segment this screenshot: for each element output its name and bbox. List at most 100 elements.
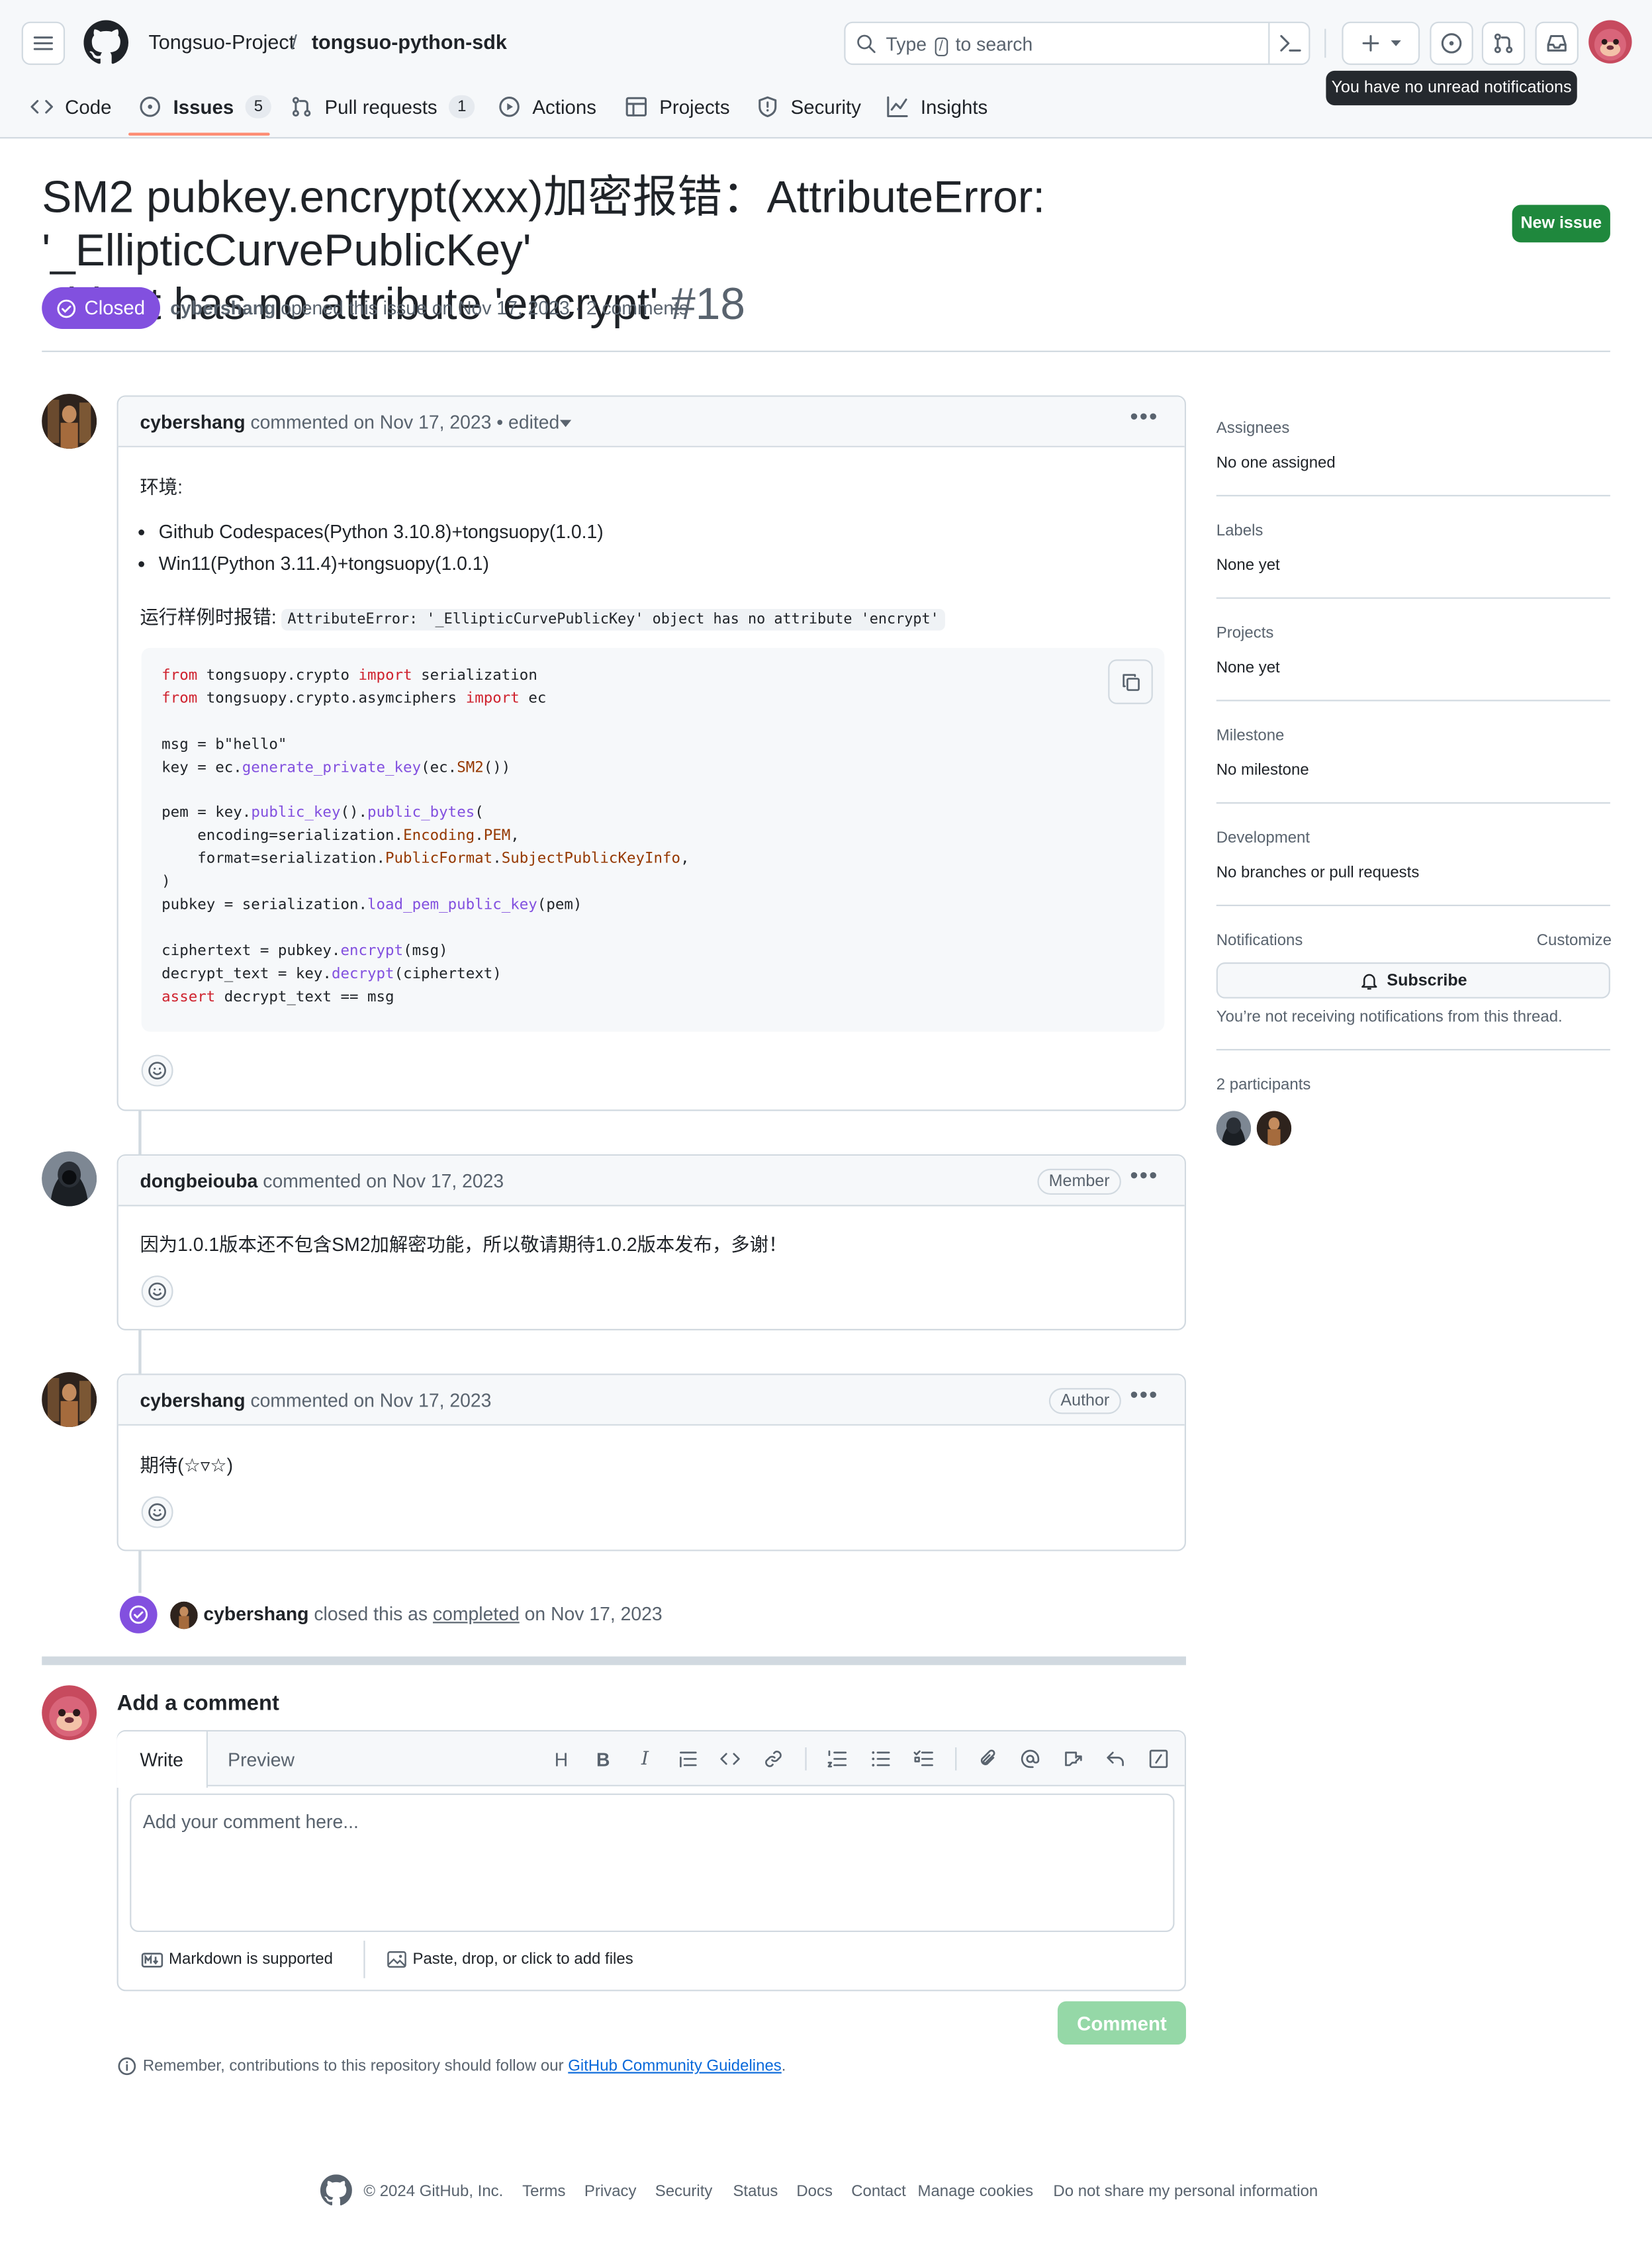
comment-bullet-2: Win11(Python 3.11.4)+tongsuopy(1.0.1) — [138, 553, 489, 575]
completed-link[interactable]: completed — [433, 1603, 520, 1625]
ordered-list-icon[interactable] — [824, 1746, 850, 1772]
pull-requests-button[interactable] — [1481, 21, 1526, 66]
tab-code[interactable]: Code — [30, 89, 112, 124]
markdown-label: Markdown is supported — [169, 1951, 334, 1968]
inbox-button[interactable] — [1535, 21, 1579, 66]
event-actor-link[interactable]: cybershang — [203, 1603, 308, 1625]
commenter-avatar[interactable] — [42, 394, 97, 449]
commenter-avatar[interactable] — [42, 1151, 97, 1207]
comment-timestamp[interactable]: commented on Nov 17, 2023 — [250, 1389, 491, 1411]
assignees-heading[interactable]: Assignees — [1216, 420, 1290, 437]
search-icon — [857, 34, 876, 54]
bold-icon[interactable]: B — [590, 1746, 616, 1772]
customize-link[interactable]: Customize — [1537, 932, 1612, 949]
notifications-tooltip: You have no unread notifications — [1326, 70, 1577, 106]
comment-textarea[interactable]: Add your comment here... — [130, 1793, 1175, 1933]
comment-options-button[interactable]: ••• — [1130, 1165, 1158, 1188]
mention-icon[interactable] — [1017, 1746, 1043, 1772]
sidebar-divider — [1216, 700, 1610, 702]
command-palette-icon[interactable] — [1278, 33, 1301, 54]
footer-link-terms[interactable]: Terms — [522, 2183, 565, 2200]
search-divider — [1268, 23, 1270, 64]
tab-write[interactable]: Write — [116, 1731, 208, 1788]
code-icon[interactable] — [717, 1746, 743, 1772]
footer-link-security[interactable]: Security — [655, 2183, 713, 2200]
tab-pull-requests[interactable]: Pull requests 1 — [290, 89, 475, 124]
timeline-end-bar — [42, 1656, 1186, 1665]
issues-button[interactable] — [1430, 21, 1473, 66]
user-avatar[interactable] — [1588, 20, 1632, 64]
comment-timestamp[interactable]: commented on Nov 17, 2023 • edited — [250, 411, 559, 433]
comment-bullet-1: Github Codespaces(Python 3.10.8)+tongsuo… — [138, 521, 604, 543]
labels-heading[interactable]: Labels — [1216, 522, 1263, 539]
footer-link-docs[interactable]: Docs — [796, 2183, 833, 2200]
edited-dropdown-icon[interactable] — [559, 420, 572, 428]
inline-code: AttributeError: '_EllipticCurvePublicKey… — [281, 608, 945, 631]
italic-icon[interactable]: I — [632, 1746, 658, 1772]
footer-link-contact[interactable]: Contact — [851, 2183, 906, 2200]
participant-avatar[interactable] — [1216, 1111, 1252, 1146]
breadcrumb-repo[interactable]: tongsuo-python-sdk — [312, 30, 507, 54]
search-input[interactable]: Type / to search — [844, 21, 1310, 66]
new-issue-button[interactable]: New issue — [1512, 205, 1610, 243]
community-guidelines-link[interactable]: GitHub Community Guidelines — [568, 2058, 782, 2075]
commenter-avatar[interactable] — [42, 1372, 97, 1428]
sidebar-divider — [1216, 597, 1610, 599]
heading-icon[interactable]: H — [548, 1746, 574, 1772]
reminder-period: . — [781, 2057, 786, 2075]
comment-author-link[interactable]: cybershang — [140, 411, 245, 433]
add-reaction-button[interactable] — [141, 1054, 173, 1087]
breadcrumb-org[interactable]: Tongsuo-Project — [149, 30, 295, 54]
add-reaction-button[interactable] — [141, 1275, 173, 1308]
tab-security[interactable]: Security — [756, 89, 861, 124]
development-heading[interactable]: Development — [1216, 830, 1310, 847]
footer-link-do-not-share[interactable]: Do not share my personal information — [1053, 2183, 1318, 2200]
tab-actions[interactable]: Actions — [498, 89, 596, 124]
create-new-button[interactable] — [1342, 21, 1420, 66]
tab-issues[interactable]: Issues 5 — [138, 89, 272, 124]
attach-icon[interactable] — [976, 1746, 1001, 1772]
event-actor-avatar[interactable] — [170, 1601, 198, 1630]
copy-code-button[interactable] — [1108, 659, 1153, 704]
footer-link-privacy[interactable]: Privacy — [584, 2183, 637, 2200]
comment-author-link[interactable]: cybershang — [140, 1389, 245, 1411]
comment-options-button[interactable]: ••• — [1130, 1385, 1158, 1408]
markdown-icon — [141, 1952, 163, 1967]
global-header: Tongsuo-Project / tongsuo-python-sdk Typ… — [0, 0, 1652, 139]
issue-opened-icon — [1441, 33, 1462, 54]
comment-author-link[interactable]: dongbeiouba — [140, 1170, 257, 1192]
add-reaction-button[interactable] — [141, 1496, 173, 1528]
tab-insights[interactable]: Insights — [886, 89, 987, 124]
comment-timestamp[interactable]: commented on Nov 17, 2023 — [263, 1170, 504, 1192]
add-files-button[interactable]: Paste, drop, or click to add files — [387, 1951, 633, 1968]
sidebar-divider — [1216, 494, 1610, 496]
tab-preview[interactable]: Preview — [208, 1731, 314, 1788]
participant-avatar[interactable] — [1256, 1111, 1292, 1146]
smiley-icon — [148, 1282, 166, 1301]
submit-comment-button[interactable]: Comment — [1057, 2001, 1186, 2045]
event-timestamp[interactable]: on Nov 17, 2023 — [525, 1603, 663, 1625]
slash-commands-icon[interactable] — [1146, 1746, 1171, 1772]
markdown-supported-link[interactable]: Markdown is supported — [141, 1951, 334, 1968]
cross-reference-icon[interactable] — [1060, 1746, 1086, 1772]
comment-options-button[interactable]: ••• — [1130, 406, 1158, 430]
projects-heading[interactable]: Projects — [1216, 625, 1274, 642]
unordered-list-icon[interactable] — [867, 1746, 893, 1772]
check-circle-icon — [58, 299, 77, 318]
search-shortcut-key: / — [935, 37, 948, 57]
milestone-heading[interactable]: Milestone — [1216, 727, 1285, 745]
link-icon[interactable] — [760, 1746, 786, 1772]
quote-icon[interactable] — [675, 1746, 701, 1772]
footer-link-manage-cookies[interactable]: Manage cookies — [917, 2183, 1033, 2200]
menu-button[interactable] — [21, 21, 66, 66]
closed-event-text: cybershang closed this as completed on N… — [203, 1603, 662, 1625]
task-list-icon[interactable] — [911, 1746, 937, 1772]
search-prefix: Type — [886, 33, 927, 55]
subscribe-button[interactable]: Subscribe — [1216, 962, 1610, 999]
issue-author-link[interactable]: cybershang — [170, 297, 275, 319]
github-logo-icon[interactable] — [83, 20, 129, 66]
tab-projects[interactable]: Projects — [625, 89, 730, 124]
footer-link-status[interactable]: Status — [733, 2183, 778, 2200]
github-mark-icon[interactable] — [320, 2174, 352, 2206]
reply-icon[interactable] — [1103, 1746, 1128, 1772]
